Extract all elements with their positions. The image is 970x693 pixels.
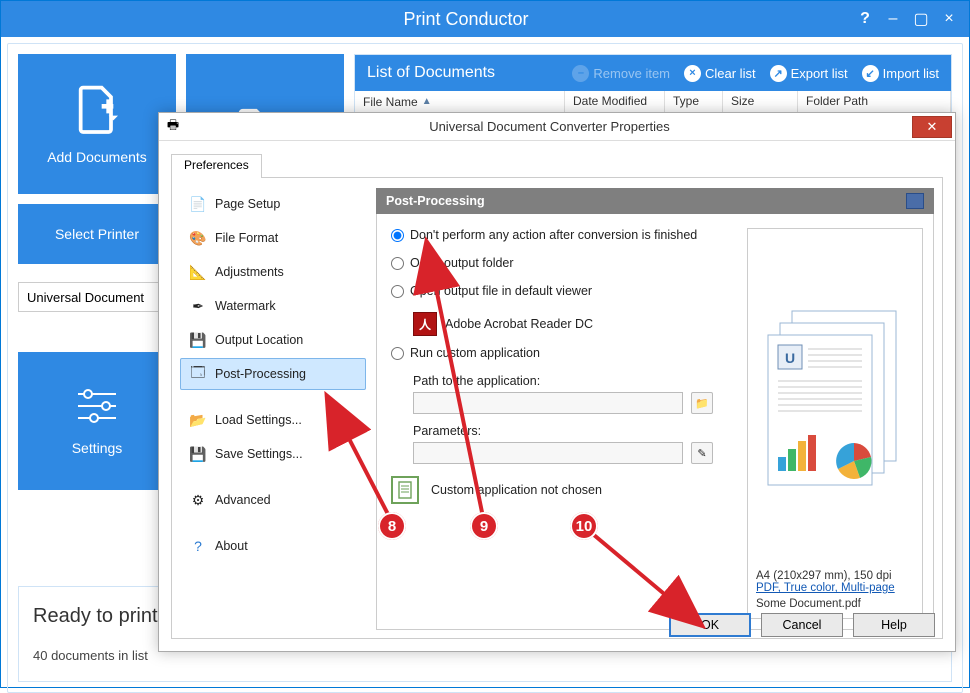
app-status-text: Custom application not chosen	[431, 483, 602, 497]
settings-tile[interactable]: Settings	[18, 352, 176, 490]
maximize-button[interactable]: ▢	[907, 9, 935, 29]
cancel-button[interactable]: Cancel	[761, 613, 843, 637]
save-settings-icon: 💾	[189, 445, 207, 463]
sidebar-item-watermark[interactable]: ✒Watermark	[180, 290, 366, 322]
col-size[interactable]: Size	[723, 91, 798, 112]
svg-text:U: U	[785, 350, 795, 366]
ok-button[interactable]: OK	[669, 613, 751, 637]
pane-title: Post-Processing	[386, 194, 485, 208]
annotation-badge-9: 9	[470, 512, 498, 540]
radio-open-folder[interactable]: Open output folder	[391, 256, 737, 270]
radio-open-viewer-input[interactable]	[391, 285, 404, 298]
remove-icon: –	[572, 65, 589, 82]
radio-run-app-input[interactable]	[391, 347, 404, 360]
radio-run-app[interactable]: Run custom application	[391, 346, 737, 360]
printer-select[interactable]	[18, 282, 176, 312]
app-status-icon	[391, 476, 419, 504]
document-add-icon	[69, 83, 125, 139]
titlebar: Print Conductor ? – ▢ ×	[1, 1, 969, 37]
clear-icon: ×	[684, 65, 701, 82]
col-date[interactable]: Date Modified	[565, 91, 665, 112]
remove-item-button[interactable]: –Remove item	[572, 65, 670, 82]
params-label: Parameters:	[413, 424, 737, 438]
annotation-badge-10: 10	[570, 512, 598, 540]
radio-no-action[interactable]: Don't perform any action after conversio…	[391, 228, 737, 242]
preferences-sidebar: 📄Page Setup 🎨File Format 📐Adjustments ✒W…	[180, 188, 366, 630]
export-list-button[interactable]: ↗Export list	[770, 65, 848, 82]
sidebar-item-page-setup[interactable]: 📄Page Setup	[180, 188, 366, 220]
col-type[interactable]: Type	[665, 91, 723, 112]
file-format-icon: 🎨	[189, 229, 207, 247]
path-label: Path to the application:	[413, 374, 737, 388]
printer-icon: 🖶	[159, 116, 187, 138]
app-params-input[interactable]	[413, 442, 683, 464]
sliders-icon	[74, 386, 120, 426]
viewer-name: Adobe Acrobat Reader DC	[445, 317, 593, 331]
list-columns: File Name▲ Date Modified Type Size Folde…	[355, 91, 951, 113]
pane-header: Post-Processing	[376, 188, 934, 214]
minimize-button[interactable]: –	[879, 10, 907, 28]
advanced-icon: ⚙	[189, 491, 207, 509]
radio-open-folder-input[interactable]	[391, 257, 404, 270]
help-button[interactable]: ?	[851, 10, 879, 28]
output-location-icon: 💾	[189, 331, 207, 349]
app-path-input[interactable]	[413, 392, 683, 414]
sidebar-item-output-location[interactable]: 💾Output Location	[180, 324, 366, 356]
watermark-icon: ✒	[189, 297, 207, 315]
load-settings-icon: 📂	[189, 411, 207, 429]
select-printer-tile[interactable]: Select Printer	[18, 204, 176, 264]
window-title: Print Conductor	[81, 9, 851, 30]
sidebar-item-save-settings[interactable]: 💾Save Settings...	[180, 438, 366, 470]
col-folder[interactable]: Folder Path	[798, 91, 951, 112]
preview-format-link[interactable]: PDF, True color, Multi-page	[756, 582, 914, 594]
sidebar-item-advanced[interactable]: ⚙Advanced	[180, 484, 366, 516]
preview-panel: U	[747, 228, 923, 619]
dialog-title: Universal Document Converter Properties	[187, 119, 912, 134]
clear-list-button[interactable]: ×Clear list	[684, 65, 756, 82]
list-title: List of Documents	[367, 64, 558, 82]
import-icon: ↙	[862, 65, 879, 82]
sort-asc-icon: ▲	[422, 96, 432, 107]
adobe-reader-icon: 人	[413, 312, 437, 336]
sidebar-item-adjustments[interactable]: 📐Adjustments	[180, 256, 366, 288]
help-button-dialog[interactable]: Help	[853, 613, 935, 637]
page-setup-icon: 📄	[189, 195, 207, 213]
pane-header-icon[interactable]	[906, 193, 924, 209]
col-filename[interactable]: File Name▲	[355, 91, 565, 112]
about-icon: ?	[189, 537, 207, 555]
preview-filename: Some Document.pdf	[756, 598, 914, 610]
sidebar-item-load-settings[interactable]: 📂Load Settings...	[180, 404, 366, 436]
add-documents-tile[interactable]: Add Documents	[18, 54, 176, 194]
import-list-button[interactable]: ↙Import list	[862, 65, 939, 82]
sidebar-item-file-format[interactable]: 🎨File Format	[180, 222, 366, 254]
radio-open-viewer[interactable]: Open output file in default viewer	[391, 284, 737, 298]
dialog-close-button[interactable]: ✕	[912, 116, 952, 138]
close-button[interactable]: ×	[935, 10, 963, 28]
export-icon: ↗	[770, 65, 787, 82]
edit-params-button[interactable]: ✎	[691, 442, 713, 464]
radio-no-action-input[interactable]	[391, 229, 404, 242]
settings-label: Settings	[72, 440, 123, 456]
adjustments-icon: 📐	[189, 263, 207, 281]
add-documents-label: Add Documents	[47, 149, 147, 165]
sidebar-item-about[interactable]: ?About	[180, 530, 366, 562]
tab-preferences[interactable]: Preferences	[171, 154, 262, 178]
properties-dialog: 🖶 Universal Document Converter Propertie…	[158, 112, 956, 652]
annotation-badge-8: 8	[378, 512, 406, 540]
sidebar-item-post-processing[interactable]: 🗔Post-Processing	[180, 358, 366, 390]
preview-spec: A4 (210x297 mm), 150 dpi	[756, 570, 914, 582]
post-processing-icon: 🗔	[189, 365, 207, 383]
preview-pages-icon: U	[756, 237, 914, 562]
browse-app-button[interactable]: 📁	[691, 392, 713, 414]
